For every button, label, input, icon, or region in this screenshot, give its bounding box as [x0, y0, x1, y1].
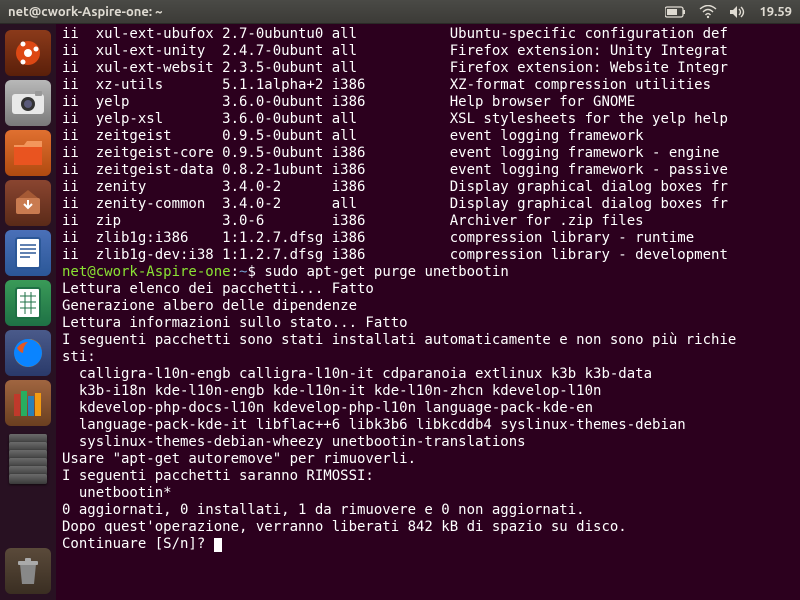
- launcher-firefox[interactable]: [5, 330, 51, 376]
- prompt-sep: :: [231, 264, 239, 280]
- wifi-icon[interactable]: [699, 5, 717, 19]
- launcher-windows-stack[interactable]: [5, 434, 51, 494]
- launcher-books[interactable]: [5, 380, 51, 426]
- clock[interactable]: 19.59: [759, 5, 792, 19]
- launcher-files[interactable]: [5, 130, 51, 176]
- launcher-dash[interactable]: [5, 30, 51, 76]
- unity-launcher: [0, 24, 56, 600]
- apt-output: Lettura elenco dei pacchetti... Fatto Ge…: [62, 281, 794, 553]
- launcher-trash[interactable]: [5, 548, 51, 594]
- dpkg-list: ii xul-ext-ubufox 2.7-0ubuntu0 all Ubunt…: [62, 26, 794, 264]
- volume-icon[interactable]: [729, 5, 747, 19]
- launcher-software[interactable]: [5, 180, 51, 226]
- launcher-writer[interactable]: [5, 230, 51, 276]
- launcher-calc[interactable]: [5, 280, 51, 326]
- window-title: net@cwork-Aspire-one: ~: [8, 5, 163, 19]
- battery-icon[interactable]: [665, 6, 687, 18]
- top-panel: net@cwork-Aspire-one: ~ 19.59: [0, 0, 800, 24]
- terminal-window[interactable]: ii xul-ext-ubufox 2.7-0ubuntu0 all Ubunt…: [56, 24, 800, 600]
- prompt-dollar: $: [247, 264, 255, 280]
- launcher-camera[interactable]: [5, 80, 51, 126]
- prompt-userhost: net@cwork-Aspire-one: [62, 264, 231, 280]
- cursor: [214, 538, 222, 552]
- command-input: sudo apt-get purge unetbootin: [264, 264, 508, 280]
